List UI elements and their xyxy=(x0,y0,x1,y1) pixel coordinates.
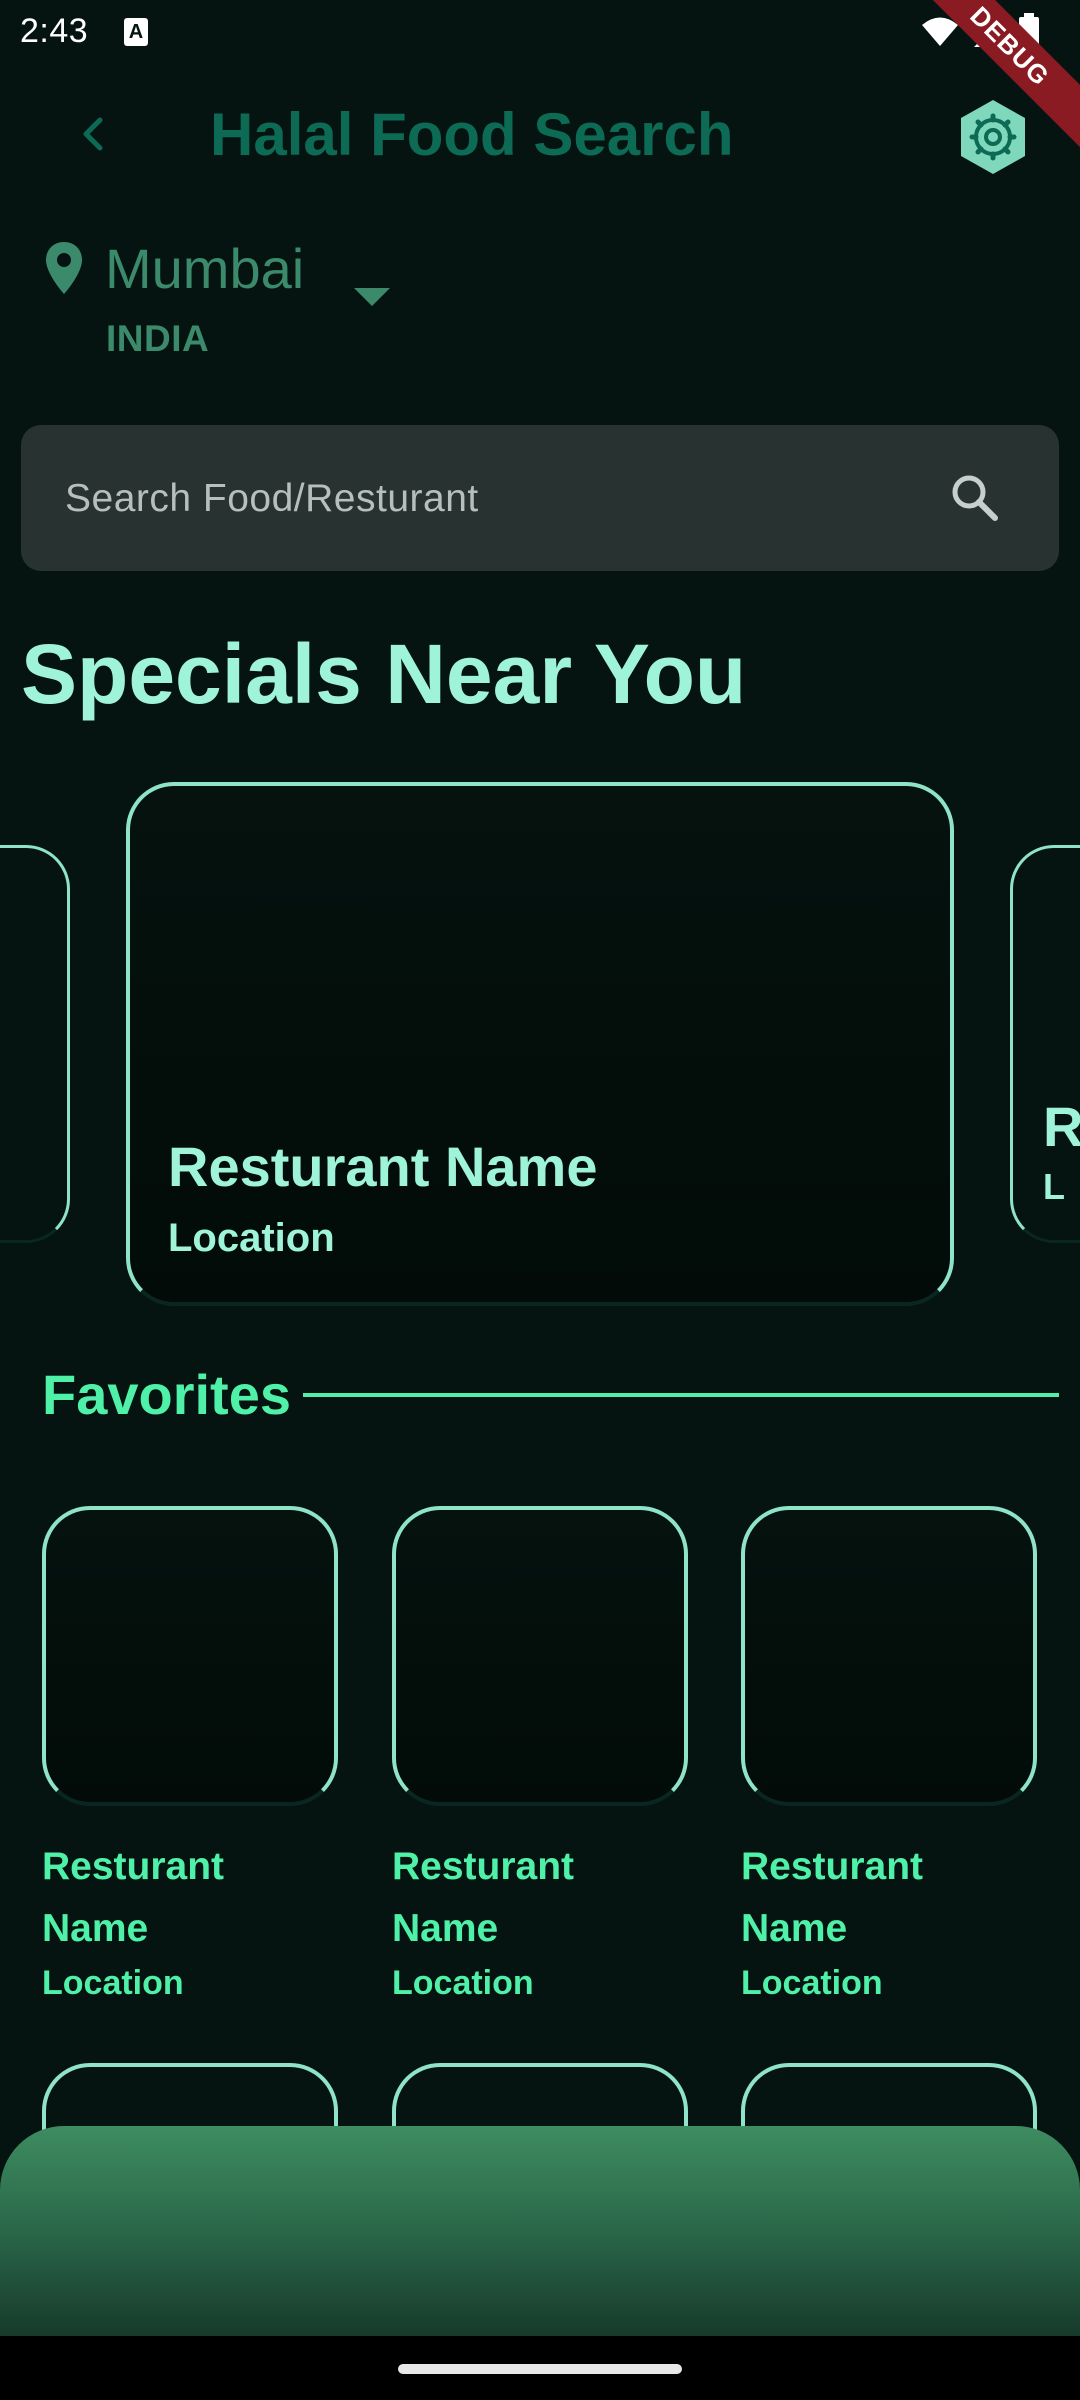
back-button[interactable] xyxy=(70,110,118,158)
special-next-name: R xyxy=(1043,1095,1080,1158)
specials-heading: Specials Near You xyxy=(21,627,747,721)
favorite-restaurant-name[interactable]: Resturant Name xyxy=(392,1836,672,1960)
search-button[interactable] xyxy=(947,470,1003,526)
special-card-previous[interactable] xyxy=(0,845,70,1243)
favorites-heading: Favorites xyxy=(42,1363,291,1426)
special-next-location: L xyxy=(1043,1166,1065,1207)
favorite-restaurant-location: Location xyxy=(741,1964,883,2002)
gear-icon xyxy=(961,100,1025,174)
settings-button[interactable] xyxy=(958,98,1028,176)
search-bar xyxy=(21,425,1059,573)
location-city: Mumbai xyxy=(105,237,305,300)
home-indicator[interactable] xyxy=(398,2364,682,2374)
special-restaurant-name: Resturant Name xyxy=(168,1135,598,1198)
special-restaurant-location: Location xyxy=(168,1216,335,1260)
bottom-sheet[interactable] xyxy=(0,2126,1080,2336)
favorite-restaurant-location: Location xyxy=(392,1964,534,2002)
special-card[interactable]: Resturant Name Location xyxy=(126,782,954,1306)
notification-icon: A xyxy=(124,18,148,46)
favorite-restaurant-location: Location xyxy=(42,1964,184,2002)
search-icon xyxy=(952,475,998,521)
location-country: INDIA xyxy=(106,318,210,359)
chevron-down-icon[interactable] xyxy=(354,288,390,306)
status-bar: 2:43 A xyxy=(0,0,1080,64)
page-title: Halal Food Search xyxy=(210,101,734,168)
status-time: 2:43 xyxy=(20,12,89,50)
search-input[interactable] xyxy=(63,425,927,573)
favorite-card-image[interactable] xyxy=(42,1506,338,1806)
special-card-next[interactable]: R L xyxy=(1010,845,1080,1243)
favorite-restaurant-name[interactable]: Resturant Name xyxy=(42,1836,322,1960)
favorite-card-image[interactable] xyxy=(392,1506,688,1806)
app-screen: 2:43 A DEBUG Halal Food Search Mumbai IN… xyxy=(0,0,1080,2400)
location-pin-icon xyxy=(46,242,82,294)
favorite-card-image[interactable] xyxy=(741,1506,1037,1806)
favorite-restaurant-name[interactable]: Resturant Name xyxy=(741,1836,1021,1960)
chevron-left-icon xyxy=(83,117,103,151)
favorites-divider xyxy=(303,1393,1059,1397)
